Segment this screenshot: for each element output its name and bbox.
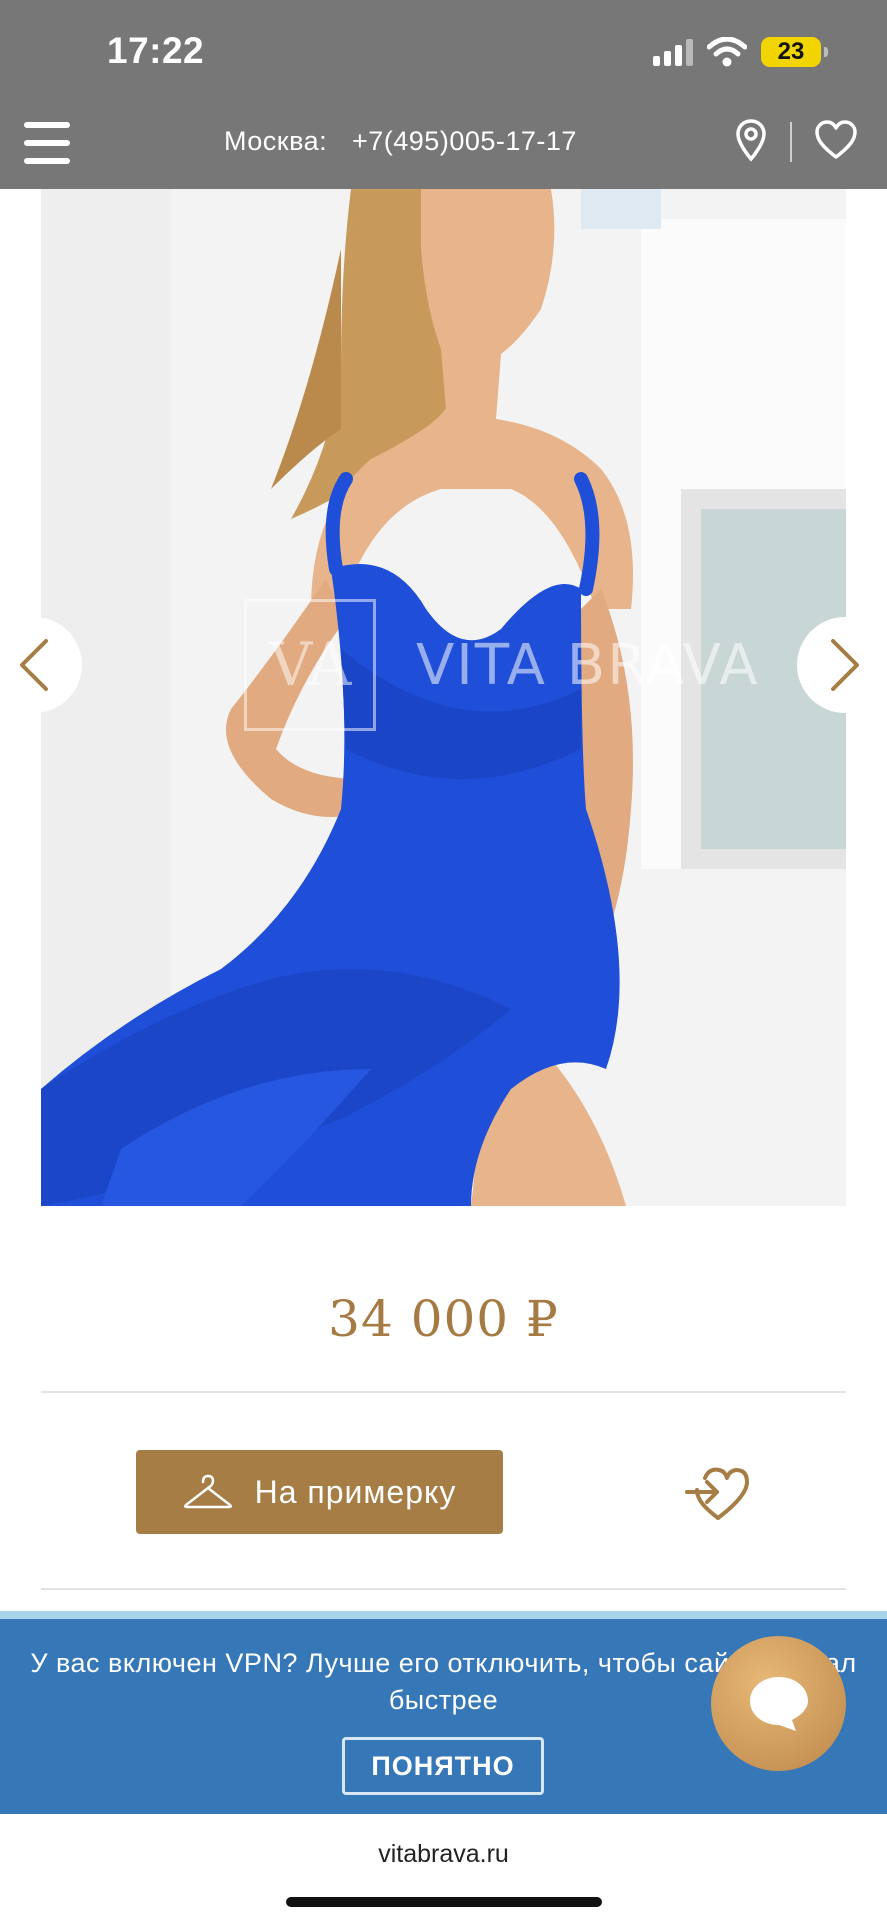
menu-icon[interactable] <box>24 122 70 164</box>
status-icons: 23 <box>653 34 828 70</box>
home-indicator[interactable] <box>286 1897 602 1907</box>
watermark-text: VITA BRAVA <box>416 632 760 698</box>
fitting-button[interactable]: На примерку <box>136 1450 503 1534</box>
top-bar: 17:22 23 Москва: +7(495)005-17-17 <box>0 0 887 189</box>
add-to-favorites-icon[interactable] <box>683 1462 753 1524</box>
signal-icon <box>653 38 693 66</box>
battery-level: 23 <box>777 38 805 65</box>
chevron-left-icon <box>20 639 48 691</box>
chat-button[interactable] <box>711 1636 846 1771</box>
battery-icon: 23 <box>761 37 828 67</box>
header-phone-link[interactable]: +7(495)005-17-17 <box>352 126 577 157</box>
header-divider <box>790 122 792 162</box>
address-bar[interactable]: vitabrava.ru <box>0 1840 887 1869</box>
wifi-icon <box>707 37 747 67</box>
watermark: VA VITA BRAVA <box>244 599 760 731</box>
divider <box>41 1391 846 1393</box>
product-price: 34 000 ₽ <box>328 1290 559 1348</box>
next-image-button[interactable] <box>797 617 887 713</box>
chevron-right-icon <box>831 639 859 691</box>
status-time: 17:22 <box>107 30 205 71</box>
vpn-dismiss-button[interactable]: ПОНЯТНО <box>342 1737 544 1795</box>
chat-icon <box>749 1676 808 1731</box>
location-pin-icon[interactable] <box>734 118 768 162</box>
product-photo[interactable]: VA VITA BRAVA <box>41 189 846 1206</box>
browser-bar: vitabrava.ru <box>0 1814 887 1920</box>
site-header: Москва: +7(495)005-17-17 <box>0 108 887 178</box>
hanger-icon <box>183 1474 232 1509</box>
divider <box>41 1588 846 1590</box>
fitting-button-label: На примерку <box>254 1473 457 1510</box>
header-city: Москва: <box>224 126 328 156</box>
watermark-mark: VA <box>244 599 376 731</box>
heart-icon[interactable] <box>813 118 859 164</box>
